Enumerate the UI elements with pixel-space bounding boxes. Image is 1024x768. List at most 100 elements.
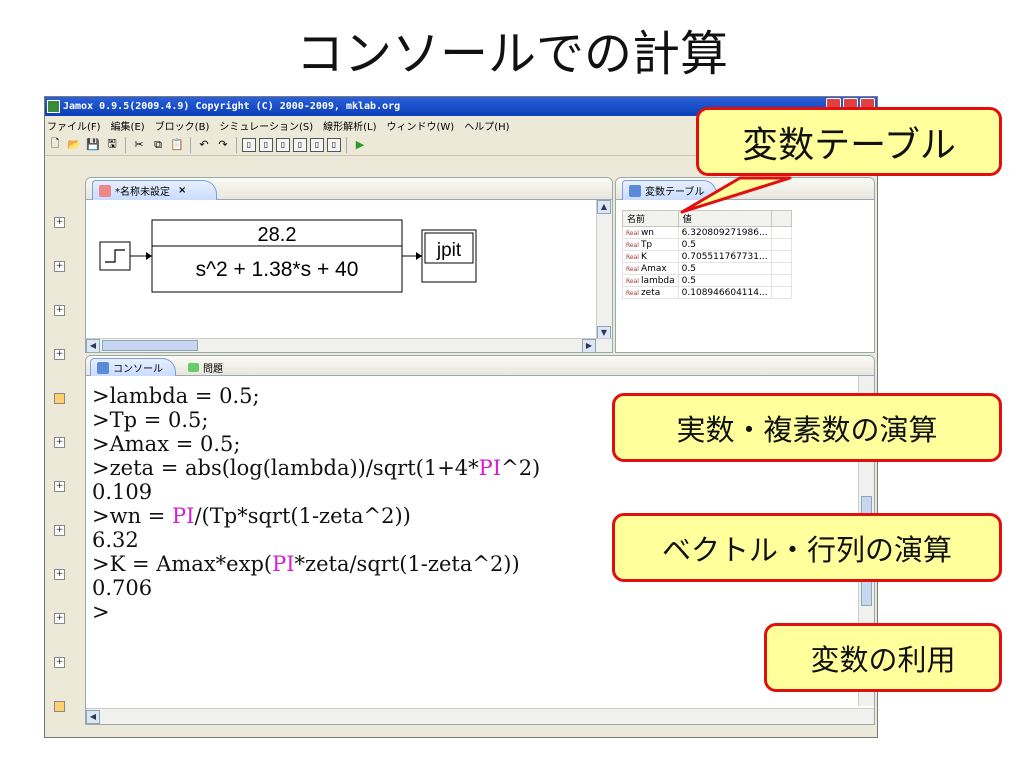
slide: コンソールでの計算 Jamox 0.9.5(2009.4.9) Copyrigh… — [0, 0, 1024, 768]
expand-icon[interactable]: + — [54, 613, 65, 624]
callout-vector-matrix: ベクトル・行列の演算 — [612, 513, 1002, 582]
var-name: Tp — [640, 239, 653, 250]
console-horizontal-scrollbar[interactable]: ◀ — [86, 708, 874, 724]
paste-icon[interactable]: 📋 — [169, 137, 185, 153]
problems-icon — [188, 363, 199, 372]
tab-label: 問題 — [203, 364, 223, 375]
table-row[interactable]: Real lambda 0.5 — [622, 274, 793, 287]
expand-icon[interactable]: + — [54, 657, 65, 668]
scroll-up-icon[interactable]: ▲ — [597, 200, 611, 214]
console-text: > — [92, 600, 110, 624]
console-text: >Tp = 0.5; — [92, 408, 209, 432]
console-text: /(Tp*sqrt(1-zeta^2)) — [194, 504, 411, 528]
block-tool-6-icon[interactable]: ▯ — [327, 137, 341, 152]
pi-constant: PI — [172, 504, 195, 528]
console-text: 6.32 — [92, 528, 139, 552]
console-line: > — [92, 600, 842, 624]
expand-icon[interactable]: + — [54, 349, 65, 360]
tab-variable-table[interactable]: 変数テーブル — [622, 180, 718, 200]
type-tag: Real — [626, 229, 639, 237]
console-text: 0.109 — [92, 480, 153, 504]
type-tag: Real — [626, 253, 639, 261]
menu-linear-analysis[interactable]: 線形解析(L) — [323, 118, 376, 133]
new-file-icon[interactable]: 🗋 — [47, 137, 63, 153]
scroll-left-icon[interactable]: ◀ — [86, 339, 100, 352]
block-tool-4-icon[interactable]: ▯ — [293, 137, 307, 152]
menu-file[interactable]: ファイル(F) — [47, 118, 101, 133]
expand-icon[interactable]: + — [54, 437, 65, 448]
column-header-empty — [770, 210, 793, 227]
undo-icon[interactable]: ↶ — [196, 137, 212, 153]
type-tag: Real — [626, 265, 639, 273]
menu-block[interactable]: ブロック(B) — [155, 118, 210, 133]
tab-label: コンソール — [113, 364, 163, 375]
slide-title: コンソールでの計算 — [295, 26, 728, 82]
column-header-name[interactable]: 名前 — [622, 210, 679, 227]
tab-close-icon[interactable]: × — [178, 185, 186, 196]
tab-console[interactable]: コンソール — [90, 358, 176, 376]
console-icon — [97, 361, 109, 374]
console-text: >lambda = 0.5; — [92, 384, 260, 408]
tab-problems[interactable]: 問題 — [182, 359, 229, 376]
type-tag: Real — [626, 289, 639, 297]
var-value: 0.5 — [677, 274, 772, 287]
toolbar-separator — [346, 136, 347, 153]
menu-simulation[interactable]: シミュレーション(S) — [219, 118, 313, 133]
arrow-icon — [416, 252, 422, 260]
callout-variable-use: 変数の利用 — [764, 623, 1002, 692]
left-strip: + + + + + + + + + + — [48, 177, 74, 737]
run-icon[interactable]: ▶ — [352, 137, 368, 153]
var-value: 0.5 — [677, 238, 772, 251]
folder-icon[interactable] — [54, 393, 65, 404]
table-row[interactable]: Real Tp 0.5 — [622, 238, 793, 251]
copy-icon[interactable]: ⧉ — [150, 137, 166, 153]
menu-help[interactable]: ヘルプ(H) — [464, 118, 509, 133]
expand-icon[interactable]: + — [54, 525, 65, 536]
console-text: ^2) — [501, 456, 541, 480]
open-folder-icon[interactable]: 📂 — [66, 137, 82, 153]
expand-icon[interactable]: + — [54, 217, 65, 228]
scroll-right-icon[interactable]: ▶ — [582, 339, 596, 352]
table-row[interactable]: Real Amax 0.5 — [622, 262, 793, 275]
editor-tabrow: *名称未設定 × — [86, 178, 612, 200]
var-value: 0.5 — [677, 262, 772, 275]
expand-icon[interactable]: + — [54, 481, 65, 492]
scroll-left-icon[interactable]: ◀ — [86, 710, 100, 724]
editor-vertical-scrollbar[interactable]: ▲ ▼ — [596, 200, 612, 340]
menu-window[interactable]: ウィンドウ(W) — [387, 118, 455, 133]
var-name: wn — [640, 227, 655, 238]
var-name: lambda — [640, 275, 675, 286]
block-tool-3-icon[interactable]: ▯ — [276, 137, 290, 152]
scroll-thumb[interactable] — [102, 340, 198, 351]
table-row[interactable]: Real K 0.705511767731... — [622, 250, 793, 263]
cut-icon[interactable]: ✂ — [131, 137, 147, 153]
expand-icon[interactable]: + — [54, 569, 65, 580]
console-text: *zeta/sqrt(1-zeta^2)) — [294, 552, 520, 576]
console-text: >zeta = abs(log(lambda))/sqrt(1+4* — [92, 456, 479, 480]
save-all-icon[interactable]: 🖫 — [104, 137, 120, 153]
var-value: 0.108946604114... — [677, 286, 772, 299]
folder-icon[interactable] — [54, 701, 65, 712]
save-icon[interactable]: 💾 — [85, 137, 101, 153]
var-name: K — [640, 251, 647, 262]
variable-table: 名前 値 Real wn 6.320809271986... Real Tp 0.5 — [622, 210, 793, 299]
window-title: Jamox 0.9.5(2009.4.9) Copyright (C) 2000… — [63, 101, 401, 112]
block-tool-5-icon[interactable]: ▯ — [310, 137, 324, 152]
table-row[interactable]: Real wn 6.320809271986... — [622, 226, 793, 239]
toolbar-separator — [190, 136, 191, 153]
expand-icon[interactable]: + — [54, 261, 65, 272]
expand-icon[interactable]: + — [54, 305, 65, 316]
tf-numerator: 28.2 — [258, 224, 297, 246]
block-tool-1-icon[interactable]: ▯ — [242, 137, 256, 152]
table-row[interactable]: Real zeta 0.108946604114... — [622, 286, 793, 299]
menu-edit[interactable]: 編集(E) — [111, 118, 145, 133]
tab-untitled[interactable]: *名称未設定 × — [92, 180, 218, 200]
block-editor-panel: *名称未設定 × 28.2 s^2 + 1.38*s + 40 jpit ▲ ▼… — [85, 177, 613, 353]
editor-horizontal-scrollbar[interactable]: ◀ ▶ — [86, 338, 612, 352]
block-diagram: 28.2 s^2 + 1.38*s + 40 jpit — [86, 200, 596, 340]
redo-icon[interactable]: ↷ — [215, 137, 231, 153]
column-header-value[interactable]: 値 — [677, 210, 772, 227]
var-value: 0.705511767731... — [677, 250, 772, 263]
app-icon — [47, 100, 60, 113]
block-tool-2-icon[interactable]: ▯ — [259, 137, 273, 152]
